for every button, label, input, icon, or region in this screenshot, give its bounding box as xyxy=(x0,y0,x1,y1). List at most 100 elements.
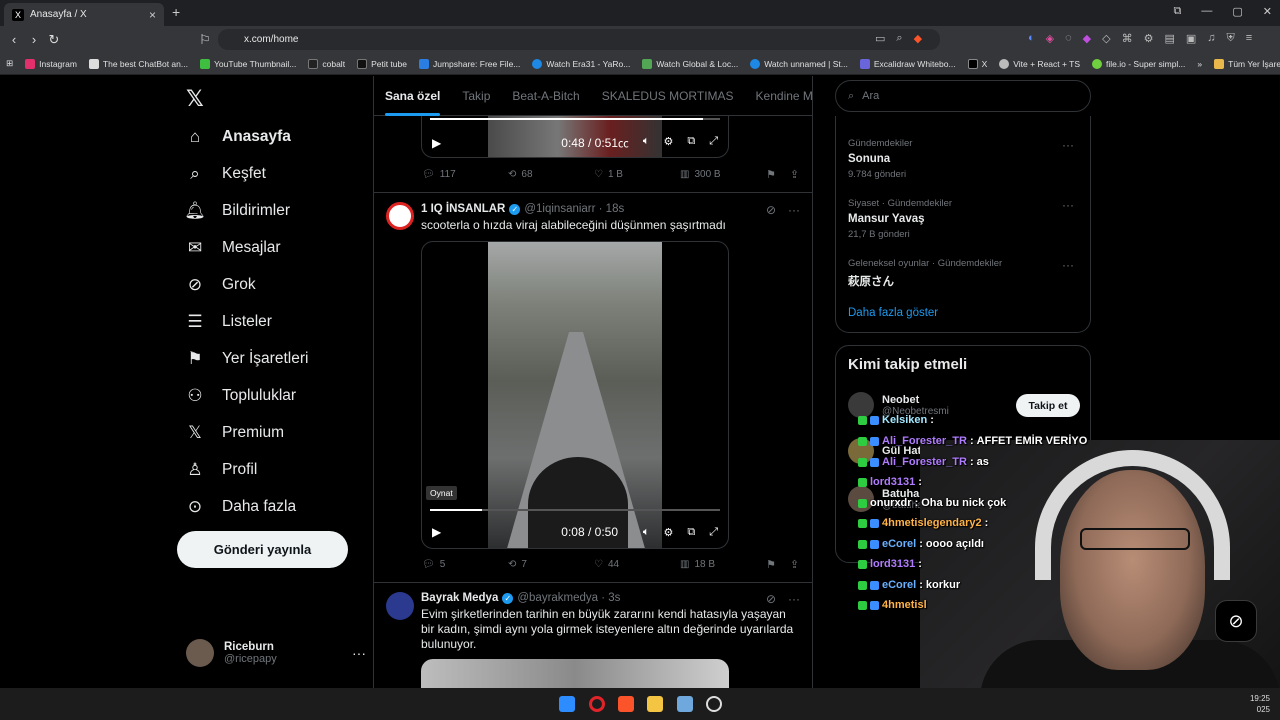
trend-item[interactable]: Siyaset · Gündemdekiler Mansur Yavaş 21,… xyxy=(848,198,1080,240)
reply-button[interactable]: 💬︎ 117 xyxy=(422,169,508,180)
close-tab-icon[interactable]: × xyxy=(149,8,156,22)
bookmark-page-icon[interactable]: ⚐ xyxy=(195,32,215,48)
tweet-handle[interactable]: @bayrakmedya · 3s xyxy=(517,592,620,604)
views-stat[interactable]: ▥ 18 B xyxy=(680,559,766,570)
app-icon[interactable] xyxy=(677,696,693,712)
music-icon[interactable]: ♫ xyxy=(1207,32,1215,45)
back-icon[interactable]: ‹ xyxy=(4,32,24,47)
nav-premium[interactable]: 𝕏 Premium xyxy=(184,415,284,451)
show-more-link[interactable]: Daha fazla göster xyxy=(848,307,938,319)
more-dots-icon[interactable]: ··· xyxy=(1062,138,1074,152)
file-explorer-icon[interactable] xyxy=(647,696,663,712)
tweet-avatar[interactable] xyxy=(386,202,414,230)
maximize-icon[interactable]: ▢ xyxy=(1232,5,1242,18)
trend-item[interactable]: Gündemdekiler Sonuna 9.784 gönderi ··· xyxy=(848,138,1080,180)
zoom-icon[interactable]: ⌕ xyxy=(896,32,902,45)
bookmark-petit-tube[interactable]: Petit tube xyxy=(351,58,413,69)
play-icon[interactable]: ▶ xyxy=(432,136,441,150)
extension-icon-7[interactable]: ⚙ xyxy=(1144,32,1154,45)
nav-profile[interactable]: ♙ Profil xyxy=(184,452,257,488)
more-dots-icon[interactable]: ··· xyxy=(352,645,366,661)
extension-icon-2[interactable]: ◈ xyxy=(1046,32,1054,45)
tab-list-2[interactable]: SKALEDUS MORTIMAS xyxy=(591,89,745,103)
repost-button[interactable]: ⟲ 68 xyxy=(508,169,594,180)
opera-icon[interactable] xyxy=(589,696,605,712)
grok-icon[interactable]: ⊘ xyxy=(766,203,776,217)
more-dots-icon[interactable]: ··· xyxy=(788,592,800,606)
brave-icon[interactable] xyxy=(618,696,634,712)
grok-fab-icon[interactable]: ⊘ xyxy=(1215,600,1257,642)
extension-icon-3[interactable]: ◌ xyxy=(1065,32,1072,45)
repost-button[interactable]: ⟲ 7 xyxy=(508,559,594,570)
more-dots-icon[interactable]: ··· xyxy=(788,203,800,217)
browser-tab[interactable]: X Anasayfa / X × xyxy=(4,3,164,26)
bookmark-watch-global[interactable]: Watch Global & Loc... xyxy=(636,58,744,69)
url-field[interactable]: x.com/home xyxy=(218,29,940,50)
more-dots-icon[interactable]: ··· xyxy=(1062,258,1074,272)
nav-lists[interactable]: ☰ Listeler xyxy=(184,304,272,340)
reload-icon[interactable]: ↻ xyxy=(44,32,64,48)
trend-item[interactable]: Geleneksel oyunlar · Gündemdekiler 萩原さん … xyxy=(848,258,1080,289)
bookmark-watch-unnamed[interactable]: Watch unnamed | St... xyxy=(744,58,854,69)
follow-button[interactable]: Takip et xyxy=(1016,394,1080,417)
extension-icon-6[interactable]: ⌘ xyxy=(1122,32,1133,45)
fullscreen-icon[interactable]: ⤢ xyxy=(709,135,718,151)
volume-icon[interactable]: 🔈︎ xyxy=(643,526,650,539)
bookmark-icon[interactable]: ⚑ xyxy=(766,168,776,181)
more-dots-icon[interactable]: ··· xyxy=(1062,198,1074,212)
new-tab-icon[interactable]: + xyxy=(172,4,180,20)
nav-more[interactable]: ⊙ Daha fazla xyxy=(184,489,296,525)
bookmark-x[interactable]: X xyxy=(962,58,994,69)
nav-grok[interactable]: ⊘ Grok xyxy=(184,267,256,303)
sidebar-toggle-icon[interactable]: ▣ xyxy=(1186,32,1196,45)
minimize-icon[interactable]: — xyxy=(1201,5,1212,18)
vpn-icon[interactable]: ⛨ xyxy=(1227,32,1235,45)
bookmark-file-io[interactable]: file.io - Super simpl... xyxy=(1086,58,1191,69)
apps-icon[interactable]: ⊞ xyxy=(0,58,19,69)
grok-icon[interactable]: ⊘ xyxy=(766,592,776,606)
obs-icon[interactable] xyxy=(706,696,722,712)
nav-bookmarks[interactable]: ⚑ Yer İşaretleri xyxy=(184,341,308,377)
nav-communities[interactable]: ⚇ Topluluklar xyxy=(184,378,296,414)
bookmark-watch-era31[interactable]: Watch Era31 - YaRo... xyxy=(526,58,636,69)
all-bookmarks[interactable]: Tüm Yer İşaretleri xyxy=(1208,58,1280,69)
captions-icon[interactable]: ㏄ xyxy=(618,135,629,151)
bookmark-instagram[interactable]: Instagram xyxy=(19,58,83,69)
bookmark-icon[interactable]: ⚑ xyxy=(766,558,776,571)
fullscreen-icon[interactable]: ⤢ xyxy=(709,526,718,539)
tweet-media[interactable] xyxy=(421,659,729,688)
menu-icon[interactable]: ≡ xyxy=(1246,32,1252,45)
reply-button[interactable]: 💬︎ 5 xyxy=(422,559,508,570)
tweet-avatar[interactable] xyxy=(386,592,414,620)
tweet-video-player[interactable]: Oynat xyxy=(421,241,729,549)
tweet-handle[interactable]: @1iqinsaniarr · 18s xyxy=(524,203,624,215)
bookmark-youtube-thumbnail[interactable]: YouTube Thumbnail... xyxy=(194,58,302,69)
nav-home[interactable]: ⌂ Anasayfa xyxy=(184,119,291,155)
nav-messages[interactable]: ✉ Mesajlar xyxy=(184,230,281,266)
search-input[interactable]: ⌕ Ara xyxy=(835,80,1091,112)
post-button[interactable]: Gönderi yayınla xyxy=(177,531,348,568)
tweet-author[interactable]: Bayrak Medya xyxy=(421,592,498,604)
bookmark-vite[interactable]: Vite + React + TS xyxy=(993,58,1086,69)
close-window-icon[interactable]: ✕ xyxy=(1263,5,1272,18)
views-stat[interactable]: ▥ 300 B xyxy=(680,169,766,180)
settings-icon[interactable]: ⚙ xyxy=(663,135,673,151)
video-progress[interactable] xyxy=(430,118,720,120)
share-icon[interactable]: ⇪ xyxy=(790,168,799,181)
extension-icon-1[interactable]: ◐ xyxy=(1028,32,1035,45)
account-switcher[interactable]: Riceburn @ricepapy ··· xyxy=(186,639,366,667)
start-icon[interactable] xyxy=(559,696,575,712)
bookmark-chatbot[interactable]: The best ChatBot an... xyxy=(83,58,194,69)
install-icon[interactable]: ▭ xyxy=(875,32,885,45)
pip-icon[interactable]: ⧉ xyxy=(687,526,695,539)
video-progress[interactable] xyxy=(430,509,720,511)
tweet-author[interactable]: 1 IQ İNSANLAR xyxy=(421,203,505,215)
volume-icon[interactable]: 🔈︎ xyxy=(643,135,650,151)
bookmark-excalidraw[interactable]: Excalidraw Whitebo... xyxy=(854,58,962,69)
extension-icon-8[interactable]: ▤ xyxy=(1164,32,1174,45)
like-button[interactable]: ♡ 1 B xyxy=(594,169,680,180)
tab-for-you[interactable]: Sana özel xyxy=(374,89,451,116)
settings-icon[interactable]: ⚙ xyxy=(663,526,673,539)
extensions-icon[interactable]: ⧉ xyxy=(1174,5,1182,18)
tab-following[interactable]: Takip xyxy=(451,89,501,103)
